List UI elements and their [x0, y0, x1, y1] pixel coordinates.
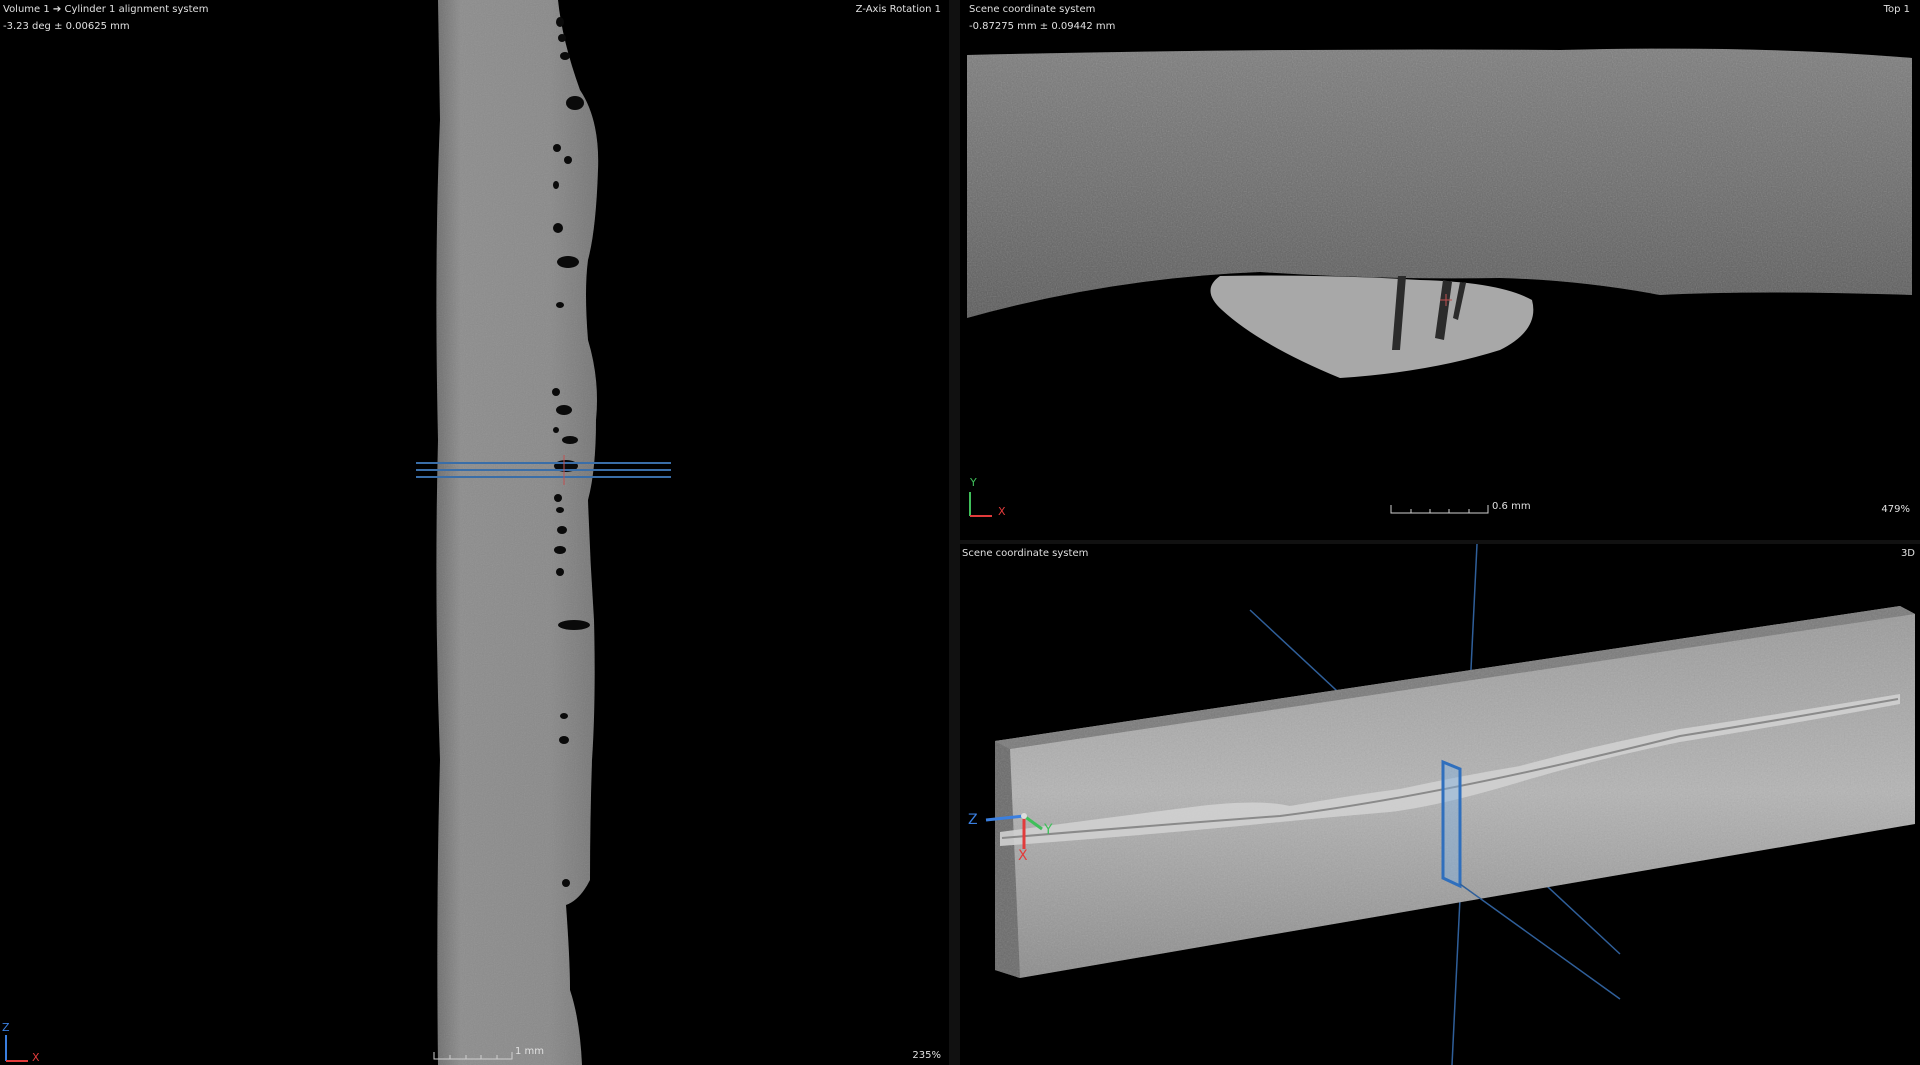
view-title: Scene coordinate system [962, 548, 1089, 559]
scale-bar-label: 1 mm [515, 1046, 545, 1057]
scale-bar-label: 0.6 mm [1492, 501, 1531, 512]
view-name: Top 1 [1883, 4, 1910, 15]
axis-x-label: X [1018, 848, 1028, 864]
axis-y-label: Y [1044, 822, 1053, 838]
view-name: 3D [1900, 548, 1915, 559]
slice-view-left[interactable]: Volume 1 ➔ Cylinder 1 alignment system -… [0, 0, 949, 1065]
weld-bead [1210, 275, 1534, 378]
slice-image-top [967, 48, 1912, 517]
orientation-axes-left [5, 1035, 28, 1062]
3d-view[interactable]: Scene coordinate system 3D Z Y X [960, 544, 1920, 1065]
axis-z-label: Z [968, 812, 978, 828]
view-title: Volume 1 ➔ Cylinder 1 alignment system [3, 4, 209, 15]
pane-divider-vertical[interactable] [949, 0, 960, 1065]
zoom-level: 235% [912, 1050, 941, 1061]
slice-plane-3d [1442, 762, 1460, 886]
axis-z-label: Z [2, 1021, 10, 1034]
measurement-readout: -0.87275 mm ± 0.09442 mm [969, 21, 1116, 32]
slice-image-left [5, 0, 671, 1065]
scale-bar-top [1390, 505, 1489, 514]
axis-x-label: X [998, 505, 1006, 518]
3d-render [985, 544, 1915, 1065]
orientation-axes-top [969, 492, 992, 517]
view-title: Scene coordinate system [969, 4, 1096, 15]
measurement-readout: -3.23 deg ± 0.00625 mm [3, 21, 130, 32]
slice-view-top[interactable]: Scene coordinate system -0.87275 mm ± 0.… [960, 0, 1920, 544]
axis-y-label: Y [970, 476, 977, 489]
view-name: Z-Axis Rotation 1 [855, 4, 941, 15]
zoom-level: 479% [1881, 504, 1910, 515]
axis-x-label: X [32, 1051, 40, 1064]
